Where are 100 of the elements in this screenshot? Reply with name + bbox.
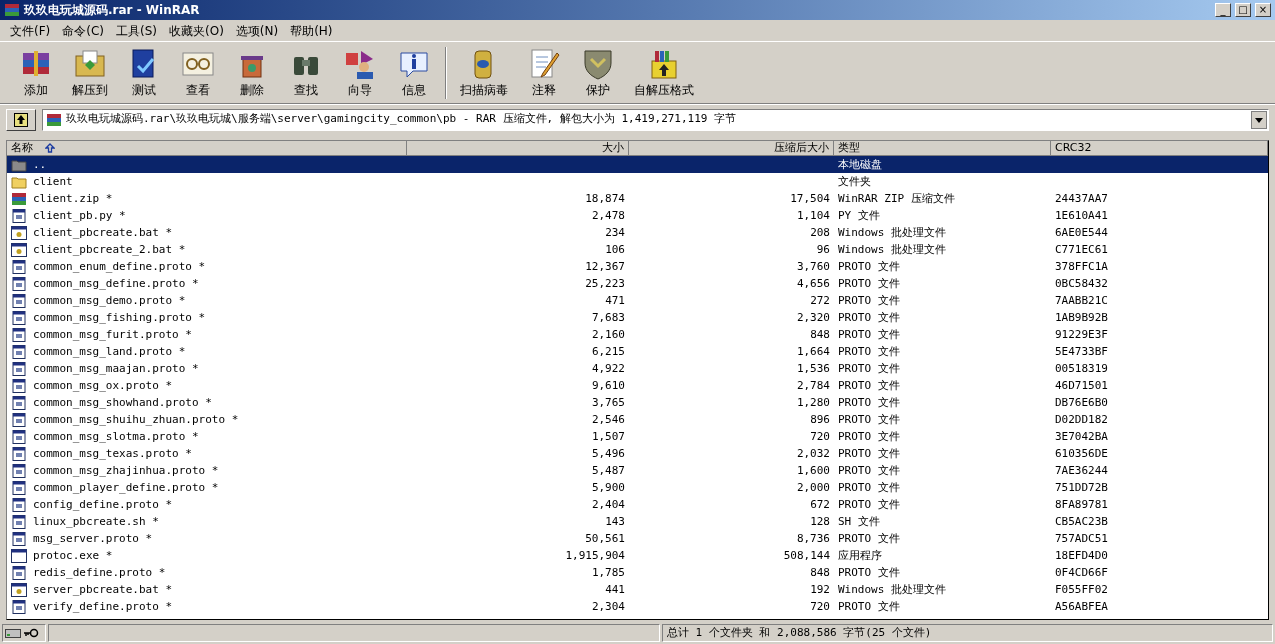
menu-item[interactable]: 帮助(H) <box>284 21 339 40</box>
file-row[interactable]: common_msg_shuihu_zhuan.proto * 2,546 896 PROTO 文件 D02DD182 <box>7 411 1268 428</box>
toolbar-button[interactable]: 添加 <box>10 46 62 99</box>
toolbar-button[interactable]: 删除 <box>226 46 278 99</box>
up-folder-button[interactable] <box>6 108 36 131</box>
toolbar-button[interactable]: 注释 <box>518 46 570 99</box>
file-row[interactable]: protoc.exe * 1,915,904 508,144 应用程序 18EFD4D0 <box>7 547 1268 564</box>
crc-cell-text: 3E7042BA <box>1054 429 1109 445</box>
toolbar-button[interactable]: 查找 <box>280 46 332 99</box>
file-row[interactable]: common_msg_slotma.proto * 1,507 720 PROTO 文件 3E7042BA <box>7 428 1268 445</box>
window-control-button[interactable]: × <box>1255 3 1271 17</box>
file-name: common_msg_showhand.proto * <box>32 395 213 411</box>
file-row[interactable]: client 文件夹 <box>7 173 1268 190</box>
window-control-button[interactable]: □ <box>1235 3 1251 17</box>
file-row[interactable]: client_pbcreate.bat * 234 208 Windows 批处理文件 6AE0E544 <box>7 224 1268 241</box>
window-control-button[interactable]: _ <box>1215 3 1231 17</box>
file-row[interactable]: redis_define.proto * 1,785 848 PROTO 文件 0F4CD66F <box>7 564 1268 581</box>
file-row[interactable]: common_msg_land.proto * 6,215 1,664 PROTO 文件 5E4733BF <box>7 343 1268 360</box>
size-cell-text: 5,496 <box>590 446 626 462</box>
type-cell-text: PROTO 文件 <box>837 293 901 309</box>
file-row[interactable]: linux_pbcreate.sh * 143 128 SH 文件 CB5AC23B <box>7 513 1268 530</box>
crc-cell-text: 7AABB21C <box>1054 293 1109 309</box>
toolbar-button[interactable]: 测试 <box>118 46 170 99</box>
file-row[interactable]: common_player_define.proto * 5,900 2,000 PROTO 文件 751DD72B <box>7 479 1268 496</box>
packed-size-cell-text: 1,104 <box>795 208 831 224</box>
file-row[interactable]: server_pbcreate.bat * 441 192 Windows 批处理文件 F055FF02 <box>7 581 1268 598</box>
file-row[interactable]: common_msg_zhajinhua.proto * 5,487 1,600 PROTO 文件 7AE36244 <box>7 462 1268 479</box>
packed-size-cell-text: 720 <box>809 599 831 615</box>
menu-item[interactable]: 命令(C) <box>56 21 110 40</box>
menu-item[interactable]: 工具(S) <box>110 21 163 40</box>
size-cell-text: 471 <box>604 293 626 309</box>
file-name: common_msg_fishing.proto * <box>32 310 207 326</box>
type-cell-text: PROTO 文件 <box>837 327 901 343</box>
file-row[interactable]: common_msg_define.proto * 25,223 4,656 PROTO 文件 0BC58432 <box>7 275 1268 292</box>
file-row[interactable]: common_msg_demo.proto * 471 272 PROTO 文件 7AABB21C <box>7 292 1268 309</box>
packed-size-cell-text: 2,784 <box>795 378 831 394</box>
file-name: redis_define.proto * <box>32 565 167 581</box>
file-row[interactable]: client.zip * 18,874 17,504 WinRAR ZIP 压缩文件 24437AA7 <box>7 190 1268 207</box>
toolbar-button[interactable]: 保护 <box>572 46 624 99</box>
packed-size-cell-text: 17,504 <box>789 191 831 207</box>
size-cell-text: 25,223 <box>584 276 626 292</box>
crc-cell-text: 0F4CD66F <box>1054 565 1109 581</box>
packed-size-cell-text: 3,760 <box>795 259 831 275</box>
batch-file-icon <box>11 582 27 597</box>
file-row[interactable]: common_msg_maajan.proto * 4,922 1,536 PROTO 文件 00518319 <box>7 360 1268 377</box>
crc-cell-text: 1AB9B92B <box>1054 310 1109 326</box>
file-row[interactable]: common_msg_furit.proto * 2,160 848 PROTO 文件 91229E3F <box>7 326 1268 343</box>
address-field[interactable]: 玖玖电玩城源码.rar\玖玖电玩城\服务端\server\gamingcity_common\pb - RAR 压缩文件, 解包大小为 1,419,271,119 字节 <box>42 108 1269 131</box>
type-cell-text: PROTO 文件 <box>837 259 901 275</box>
type-cell-text: PY 文件 <box>837 208 881 224</box>
file-row[interactable]: verify_define.proto * 2,304 720 PROTO 文件 A56ABFEA <box>7 598 1268 615</box>
size-cell-text: 1,507 <box>590 429 626 445</box>
file-row[interactable]: msg_server.proto * 50,561 8,736 PROTO 文件 757ADC51 <box>7 530 1268 547</box>
toolbar-button[interactable]: 解压到 <box>64 46 116 99</box>
menu-item[interactable]: 文件(F) <box>4 21 57 40</box>
size-cell-text: 6,215 <box>590 344 626 360</box>
file-row[interactable]: common_msg_ox.proto * 9,610 2,784 PROTO 文件 46D71501 <box>7 377 1268 394</box>
toolbar-button[interactable]: 信息 <box>388 46 440 99</box>
file-icon <box>11 497 27 512</box>
file-row[interactable]: common_msg_showhand.proto * 3,765 1,280 PROTO 文件 DB76E6B0 <box>7 394 1268 411</box>
file-row[interactable]: common_msg_texas.proto * 5,496 2,032 PROTO 文件 610356DE <box>7 445 1268 462</box>
toolbar-button[interactable]: 扫描病毒 <box>452 46 516 99</box>
crc-cell-text: 0BC58432 <box>1054 276 1109 292</box>
file-row[interactable]: client_pb.py * 2,478 1,104 PY 文件 1E610A41 <box>7 207 1268 224</box>
menu-item[interactable]: 收藏夹(O) <box>163 21 230 40</box>
file-row[interactable]: common_enum_define.proto * 12,367 3,760 PROTO 文件 378FFC1A <box>7 258 1268 275</box>
batch-file-icon <box>11 242 27 257</box>
toolbar-button[interactable]: 自解压格式 <box>626 46 702 99</box>
file-row[interactable]: client_pbcreate_2.bat * 106 96 Windows 批处理文件 C771EC61 <box>7 241 1268 258</box>
file-row[interactable]: common_msg_fishing.proto * 7,683 2,320 PROTO 文件 1AB9B92B <box>7 309 1268 326</box>
type-cell-text: PROTO 文件 <box>837 429 901 445</box>
file-icon <box>11 293 27 308</box>
file-icon <box>11 276 27 291</box>
packed-size-cell-text: 128 <box>809 514 831 530</box>
file-row[interactable]: .. 本地磁盘 <box>7 156 1268 173</box>
packed-size-cell-text: 1,536 <box>795 361 831 377</box>
file-name: common_msg_land.proto * <box>32 344 187 360</box>
type-cell-text: PROTO 文件 <box>837 395 901 411</box>
size-cell-text: 2,160 <box>590 327 626 343</box>
drive-icon <box>5 627 21 639</box>
file-name: protoc.exe * <box>32 548 114 564</box>
type-cell-text: PROTO 文件 <box>837 344 901 360</box>
size-cell-text: 2,404 <box>590 497 626 513</box>
file-name: common_player_define.proto * <box>32 480 220 496</box>
status-summary: 总计 1 个文件夹 和 2,088,586 字节(25 个文件) <box>667 624 932 641</box>
packed-size-cell-text: 8,736 <box>795 531 831 547</box>
file-icon <box>11 599 27 614</box>
toolbar-button[interactable]: 查看 <box>172 46 224 99</box>
toolbar-button[interactable]: 向导 <box>334 46 386 99</box>
type-cell-text: WinRAR ZIP 压缩文件 <box>837 191 956 207</box>
size-cell-text: 106 <box>604 242 626 258</box>
file-icon <box>11 446 27 461</box>
packed-size-cell-text: 720 <box>809 429 831 445</box>
archive-icon <box>11 191 27 206</box>
crc-cell-text: 91229E3F <box>1054 327 1109 343</box>
packed-size-cell-text: 1,600 <box>795 463 831 479</box>
menu-item[interactable]: 选项(N) <box>229 21 285 40</box>
size-cell-text: 9,610 <box>590 378 626 394</box>
file-row[interactable]: config_define.proto * 2,404 672 PROTO 文件 8FA89781 <box>7 496 1268 513</box>
crc-cell-text: F055FF02 <box>1054 582 1109 598</box>
